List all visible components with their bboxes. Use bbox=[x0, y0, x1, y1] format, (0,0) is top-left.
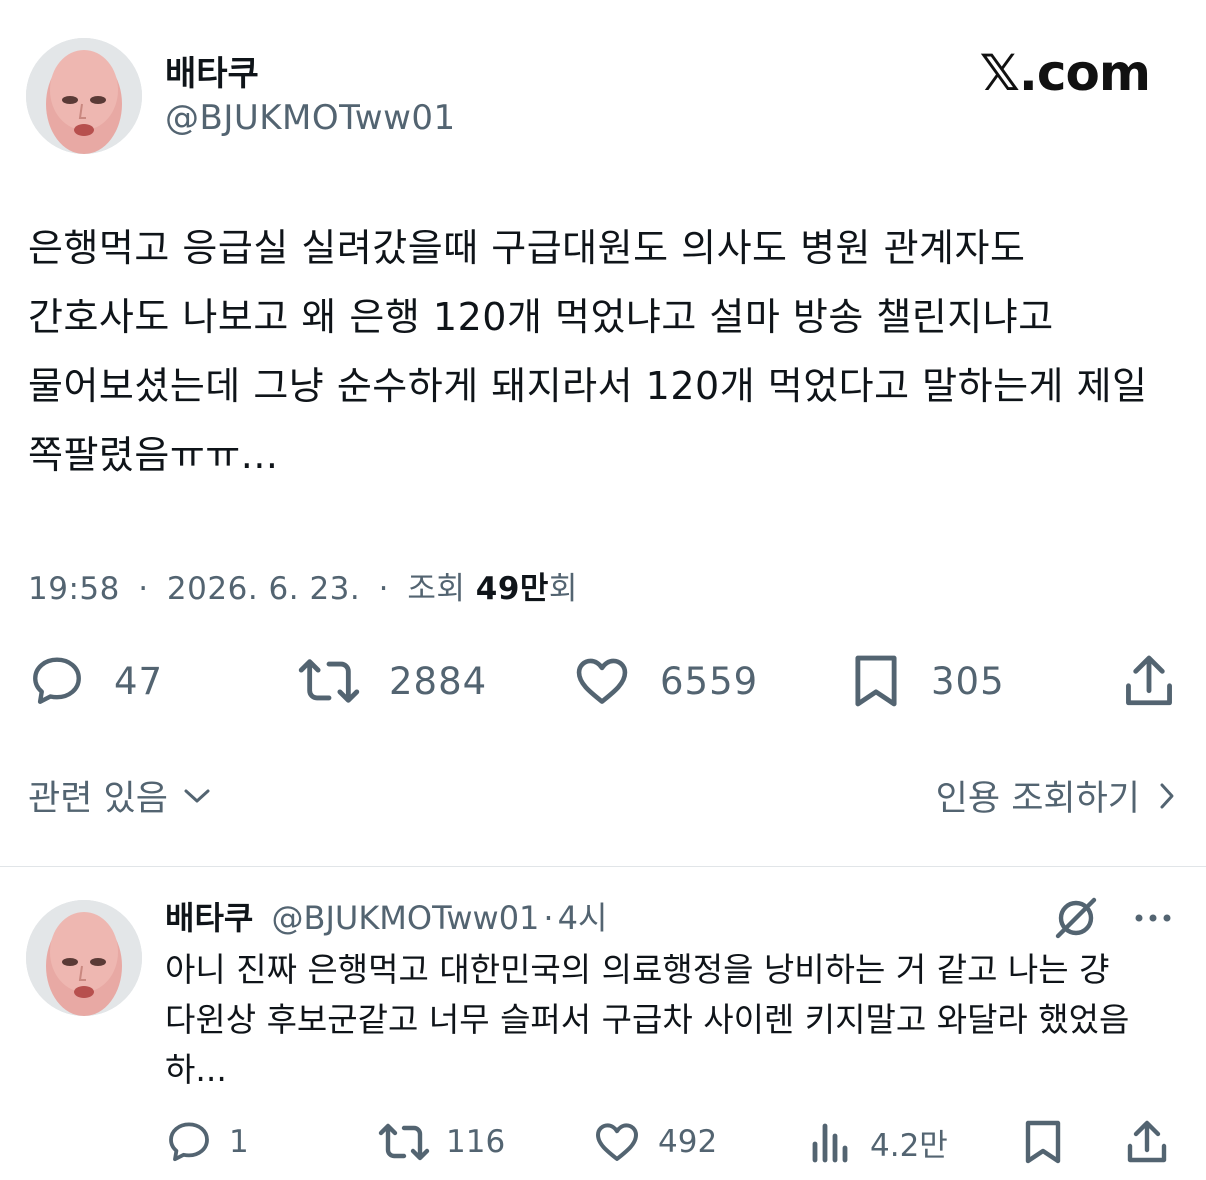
heart-icon bbox=[596, 1123, 638, 1161]
reply-reply-count: 1 bbox=[229, 1124, 249, 1160]
views-value: 49만 bbox=[475, 571, 549, 607]
bar-chart-icon bbox=[812, 1123, 848, 1163]
meta-separator: · bbox=[378, 571, 389, 607]
x-com-watermark: 𝕏.com bbox=[979, 44, 1151, 102]
reply-text: 아니 진짜 은행먹고 대한민국의 의료행정을 낭비하는 거 같고 나는 걍 다윈… bbox=[165, 950, 1130, 1089]
heart-icon bbox=[576, 658, 628, 704]
retweet-count: 2884 bbox=[389, 659, 488, 703]
retweet-button[interactable]: 2884 bbox=[297, 652, 487, 710]
tweet-date[interactable]: 2026. 6. 23. bbox=[167, 571, 360, 607]
chevron-down-icon bbox=[184, 789, 210, 802]
reply-author-name[interactable]: 배타쿠 bbox=[165, 899, 253, 937]
reply-reply-button[interactable]: 1 bbox=[165, 1118, 249, 1166]
bookmark-count: 305 bbox=[931, 659, 1005, 703]
reply-share-button[interactable] bbox=[1124, 1118, 1170, 1166]
reply-bookmark-button[interactable] bbox=[1020, 1118, 1066, 1166]
tweet-text: 은행먹고 응급실 실려갔을때 구급대원도 의사도 병원 관계자도 간호사도 나보… bbox=[28, 226, 1148, 477]
reply-separator: · bbox=[543, 899, 554, 937]
related-toggle[interactable]: 관련 있음 bbox=[28, 770, 212, 821]
reply-header: 배타쿠 @BJUKMOTww01 · 4시 bbox=[165, 893, 607, 939]
like-button[interactable]: 6559 bbox=[572, 652, 758, 710]
speech-bubble-icon bbox=[33, 657, 81, 704]
author-handle[interactable]: @BJUKMOTww01 bbox=[165, 98, 456, 138]
more-dots-icon[interactable] bbox=[1132, 908, 1174, 928]
bookmark-button[interactable]: 305 bbox=[849, 652, 1005, 710]
bookmark-icon bbox=[1025, 1120, 1061, 1164]
avatar-image bbox=[26, 38, 142, 154]
share-icon bbox=[1127, 1120, 1167, 1163]
reply-author-handle[interactable]: @BJUKMOTww01 bbox=[272, 899, 540, 937]
reply-retweet-count: 116 bbox=[446, 1124, 506, 1160]
speech-bubble-icon bbox=[169, 1122, 209, 1162]
section-divider bbox=[0, 866, 1206, 867]
related-label: 관련 있음 bbox=[28, 779, 168, 819]
grok-icon[interactable] bbox=[1052, 894, 1100, 942]
author-name[interactable]: 배타쿠 bbox=[165, 46, 259, 95]
reply-time[interactable]: 4시 bbox=[558, 899, 608, 937]
reply-author-avatar[interactable] bbox=[26, 900, 142, 1016]
tweet-time[interactable]: 19:58 bbox=[28, 571, 120, 607]
quotes-label: 인용 조회하기 bbox=[935, 779, 1140, 819]
reply-button[interactable]: 47 bbox=[28, 652, 163, 710]
reply-views-button[interactable]: 4.2만 bbox=[808, 1118, 948, 1166]
author-avatar[interactable] bbox=[26, 38, 142, 154]
meta-separator: · bbox=[138, 571, 149, 607]
views-label: 조회 bbox=[407, 571, 466, 607]
view-quotes-link[interactable]: 인용 조회하기 bbox=[936, 770, 1176, 821]
reply-count: 47 bbox=[114, 659, 164, 703]
reply-like-count: 492 bbox=[658, 1124, 718, 1160]
reply-like-button[interactable]: 492 bbox=[592, 1118, 717, 1166]
reply-retweet-button[interactable]: 116 bbox=[378, 1118, 505, 1166]
share-icon bbox=[1126, 655, 1172, 706]
share-button[interactable] bbox=[1122, 652, 1176, 710]
retweet-icon bbox=[378, 1123, 430, 1161]
retweet-icon bbox=[298, 659, 360, 703]
avatar-image bbox=[26, 900, 142, 1016]
bookmark-icon bbox=[855, 655, 897, 707]
reply-view-count: 4.2만 bbox=[870, 1127, 948, 1164]
tweet-meta: 19:58 · 2026. 6. 23. · 조회 49만회 bbox=[28, 563, 578, 608]
like-count: 6559 bbox=[660, 659, 759, 703]
views-suffix: 회 bbox=[548, 571, 578, 607]
chevron-right-icon bbox=[1160, 783, 1174, 808]
